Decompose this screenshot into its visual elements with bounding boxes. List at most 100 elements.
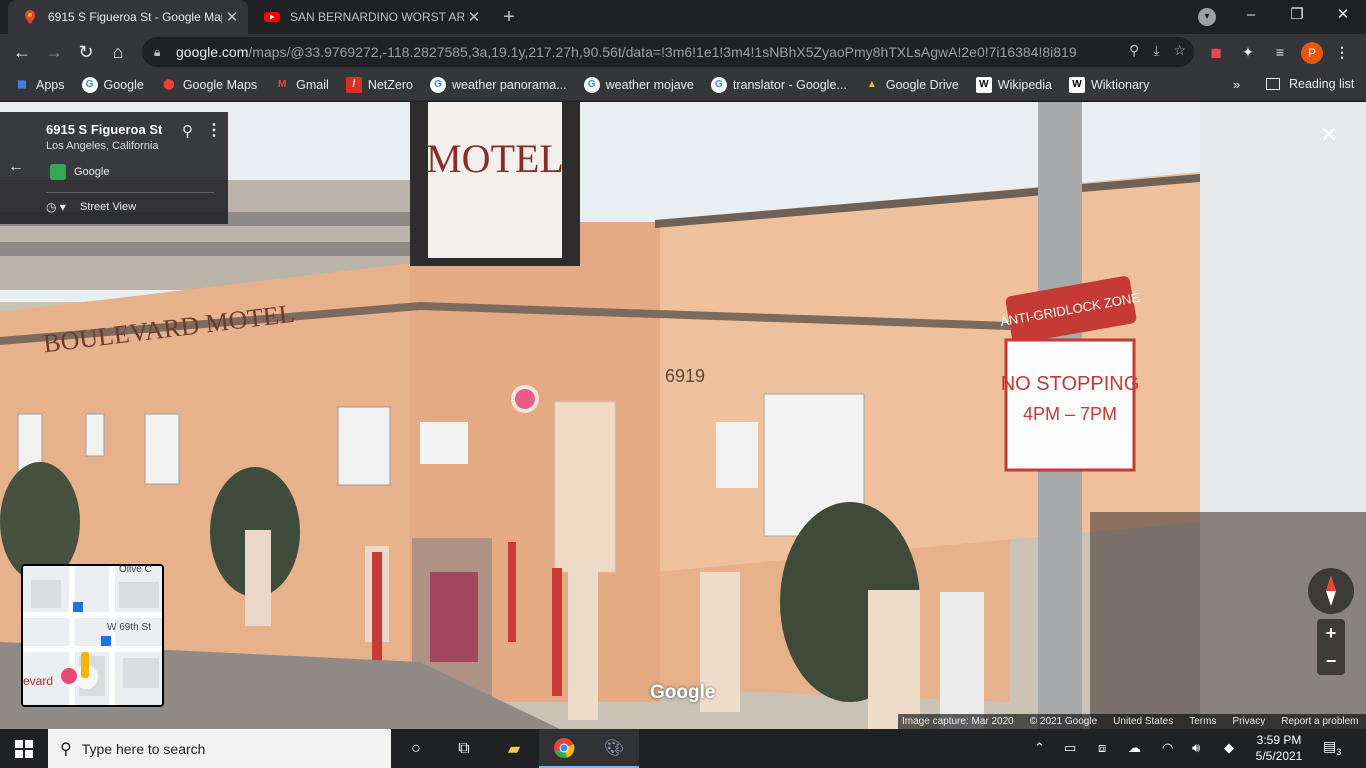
close-tab-icon[interactable]: ✕ xyxy=(464,8,484,26)
gmail-icon: M xyxy=(278,79,287,90)
bookmark-google-maps[interactable]: ⬤ Google Maps xyxy=(161,77,257,93)
notification-center-icon[interactable]: ▤3 xyxy=(1323,738,1341,757)
chrome-taskbar-icon[interactable] xyxy=(539,729,589,768)
url-text[interactable]: google.com/maps/@33.9769272,-118.2827585… xyxy=(176,44,1076,60)
maps-pin-icon xyxy=(25,10,35,24)
profile-avatar[interactable]: P xyxy=(1301,42,1323,64)
privacy-link[interactable]: Privacy xyxy=(1232,716,1265,727)
search-icon: ⚲ xyxy=(60,740,72,758)
image-capture-date: Image capture: Mar 2020 xyxy=(902,716,1014,727)
bookmark-gmail[interactable]: M Gmail xyxy=(274,77,329,93)
svg-text:6919: 6919 xyxy=(665,366,705,386)
bookmark-wikipedia[interactable]: W Wikipedia xyxy=(975,77,1052,93)
bookmark-wiktionary[interactable]: W Wiktionary xyxy=(1068,77,1149,93)
terms-link[interactable]: Terms xyxy=(1189,716,1216,727)
media-control-icon[interactable]: ≡ xyxy=(1270,42,1290,62)
bookmark-google[interactable]: G Google xyxy=(81,77,144,93)
device-icon[interactable]: ⧈ xyxy=(1098,740,1106,756)
google-icon: G xyxy=(81,77,98,93)
clock-date: 5/5/2021 xyxy=(1255,749,1303,763)
location-icon[interactable]: ⚲ xyxy=(1129,42,1139,59)
chrome-menu-icon[interactable]: ⋮ xyxy=(1332,42,1352,62)
divider xyxy=(46,192,214,193)
taskbar-search-box[interactable]: ⚲ Type here to search xyxy=(48,729,391,768)
bookmarks-bar: ▦ Apps G Google ⬤ Google Maps M Gmail / NetZe… xyxy=(0,70,1366,101)
bookmark-google-drive[interactable]: ▲ Google Drive xyxy=(864,77,959,93)
chrome-icon xyxy=(554,737,575,758)
url-path: /maps/@33.9769272,-118.2827585,3a,19.1y,… xyxy=(248,44,1076,60)
report-problem-link[interactable]: Report a problem xyxy=(1281,716,1358,727)
reading-list-icon xyxy=(1266,78,1280,90)
lock-icon[interactable]: 🔒︎ xyxy=(154,45,170,60)
svg-text:NO STOPPING: NO STOPPING xyxy=(1001,373,1140,395)
close-window-button[interactable]: ✕ xyxy=(1320,0,1366,30)
home-button[interactable]: ⌂ xyxy=(104,38,132,66)
new-tab-button[interactable]: + xyxy=(498,6,520,28)
location-address[interactable]: 6915 S Figueroa St xyxy=(46,122,162,137)
mini-map-place-label: evard xyxy=(23,674,54,688)
bookmark-weather-mojave[interactable]: Gweather mojave xyxy=(583,77,694,93)
install-icon[interactable]: ⤓ xyxy=(1153,42,1159,59)
notification-count: 3 xyxy=(1336,746,1342,757)
tab-search-icon[interactable]: ▾ xyxy=(1198,8,1216,26)
bookmark-netzero[interactable]: / NetZero xyxy=(345,77,413,93)
google-watermark: Google xyxy=(650,682,716,703)
street-view-panorama[interactable]: MOTEL BOULEVARD MOTEL 6919 ANTI-GRIDLOCK… xyxy=(0,102,1366,729)
bookmarks-overflow-button[interactable]: » xyxy=(1233,77,1240,92)
url-host: google.com xyxy=(176,44,249,60)
zoom-out-button[interactable]: − xyxy=(1317,647,1345,675)
show-hidden-icons-icon[interactable]: ⌃ xyxy=(1034,740,1045,756)
more-options-icon[interactable]: ⋮ xyxy=(206,120,222,140)
windows-start-icon[interactable] xyxy=(15,740,33,758)
street-view-label: Street View xyxy=(80,201,137,213)
tab-title: 6915 S Figueroa St - Google Maps xyxy=(48,10,222,24)
restore-button[interactable]: ❐ xyxy=(1274,0,1320,30)
tab-youtube[interactable]: SAN BERNARDINO WORST AREAS ✕ xyxy=(250,0,490,34)
map-pin-icon[interactable]: ⚲ xyxy=(182,122,193,140)
google-icon: G xyxy=(710,77,727,93)
apps-grid-icon: ▦ xyxy=(17,79,27,90)
extensions-puzzle-icon[interactable]: ✦ xyxy=(1238,42,1258,62)
address-bar[interactable]: 🔒︎ google.com/maps/@33.9769272,-118.2827… xyxy=(142,37,1194,67)
imagery-provider: Google xyxy=(74,166,110,178)
close-tab-icon[interactable]: ✕ xyxy=(222,8,242,26)
mini-map-street-label: W 69th St xyxy=(107,622,151,633)
tab-strip: 6915 S Figueroa St - Google Maps ✕ SAN B… xyxy=(0,0,1366,34)
battery-icon[interactable]: ▭ xyxy=(1064,740,1076,756)
tab-google-maps[interactable]: 6915 S Figueroa St - Google Maps ✕ xyxy=(8,0,248,34)
zoom-controls: + − xyxy=(1317,619,1345,675)
wifi-icon[interactable]: ◠ xyxy=(1162,740,1173,756)
taskbar-clock[interactable]: 3:59 PM 5/5/2021 xyxy=(1248,732,1310,764)
paint-app-icon[interactable]: 🎨︎ xyxy=(589,729,639,768)
file-explorer-icon[interactable]: ▰ xyxy=(489,729,539,768)
cortana-icon[interactable]: ○ xyxy=(391,729,441,768)
compass-icon[interactable] xyxy=(1308,568,1354,614)
reading-list-button[interactable]: Reading list xyxy=(1266,77,1354,91)
onedrive-cloud-icon[interactable]: ☁ xyxy=(1128,740,1141,756)
drive-icon: ▲ xyxy=(866,79,877,90)
back-arrow-icon[interactable]: ← xyxy=(8,158,24,176)
bookmark-star-icon[interactable]: ☆ xyxy=(1173,42,1186,59)
time-travel-icon[interactable]: ◷ ▾ xyxy=(46,200,66,214)
task-view-icon[interactable]: ⧉ xyxy=(439,729,489,768)
back-button[interactable]: ← xyxy=(8,38,36,66)
maps-pin-icon: ⬤ xyxy=(163,79,175,90)
volume-icon[interactable]: 🔊︎ xyxy=(1192,740,1200,756)
close-street-view-icon[interactable]: ✕ xyxy=(1320,122,1338,148)
windows-taskbar: ⚲ Type here to search ○ ⧉ ▰ 🎨︎ ⌃ ▭ ⧈ ☁ ◠… xyxy=(0,729,1366,768)
zoom-in-button[interactable]: + xyxy=(1317,619,1345,647)
bookmark-translator[interactable]: Gtranslator - Google... xyxy=(710,77,847,93)
browser-toolbar: ← → ↻ ⌂ 🔒︎ google.com/maps/@33.9769272,-… xyxy=(0,34,1366,70)
bookmark-weather-panorama[interactable]: Gweather panorama... xyxy=(429,77,567,93)
reload-button[interactable]: ↻ xyxy=(72,38,100,66)
minimize-button[interactable]: – xyxy=(1228,0,1274,30)
mini-map-street-label: Olive C xyxy=(119,564,152,575)
country-link[interactable]: United States xyxy=(1113,716,1173,727)
dropbox-icon[interactable]: ◆ xyxy=(1224,740,1234,756)
bookmark-apps[interactable]: ▦ Apps xyxy=(14,77,64,93)
google-icon: G xyxy=(429,77,446,93)
mini-map[interactable]: Olive C W 69th St evard xyxy=(21,564,164,707)
forward-button[interactable]: → xyxy=(40,38,68,66)
tab-title: SAN BERNARDINO WORST AREAS xyxy=(290,10,464,24)
pocket-extension-icon[interactable]: ◼ xyxy=(1206,42,1226,62)
